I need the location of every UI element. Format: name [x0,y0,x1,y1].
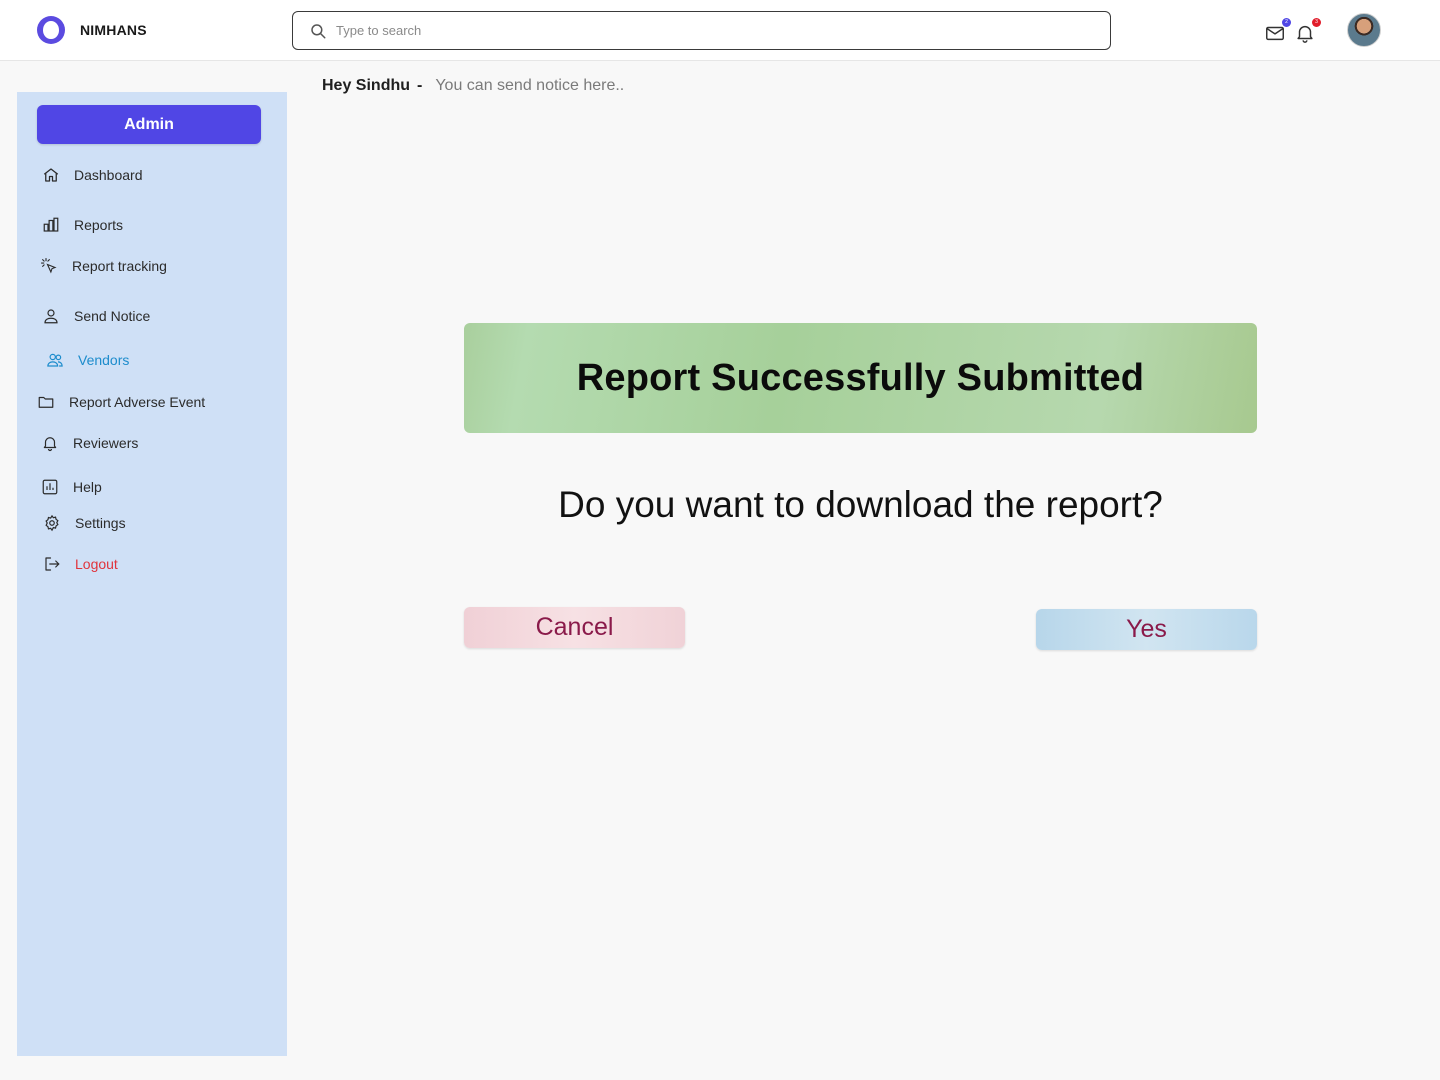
mail-button[interactable]: 2 [1264,18,1291,44]
gear-icon [45,514,59,532]
sidebar-item-label: Settings [75,515,126,531]
sidebar-item-label: Report tracking [72,258,167,274]
sidebar-item-dashboard[interactable]: Dashboard [42,166,143,184]
yes-button[interactable]: Yes [1036,609,1257,650]
sidebar-item-label: Reports [74,217,124,233]
sidebar-item-reviewers[interactable]: Reviewers [41,434,138,452]
success-title: Report Successfully Submitted [576,356,1145,399]
greeting-message: You can send notice here.. [435,77,625,94]
sidebar-item-send-notice[interactable]: Send Notice [42,307,150,325]
sidebar-item-label: Help [73,479,102,495]
search-icon [311,23,326,38]
sidebar-item-label: Report Adverse Event [69,394,206,410]
sidebar-item-label: Dashboard [74,167,143,183]
brand-name: NIMHANS [80,22,147,38]
brand-logo-icon [37,16,65,44]
search-bar[interactable] [292,11,1111,50]
download-question: Do you want to download the report? [558,484,1163,525]
bar-chart-icon [43,217,59,232]
logout-icon [45,557,60,571]
greeting-dash: - [417,77,423,94]
users-icon [47,353,63,367]
bell-icon [43,437,57,452]
sidebar-item-report-adverse-event[interactable]: Report Adverse Event [37,393,205,411]
user-icon [44,309,58,324]
greeting-name: Hey Sindhu [322,77,411,94]
cancel-button[interactable]: Cancel [464,607,685,648]
avatar[interactable] [1347,13,1381,47]
sidebar-item-label: Send Notice [74,308,151,324]
sidebar: Admin Dashboard Reports Report tracking … [17,92,287,1056]
sidebar-item-label: Vendors [78,352,130,368]
folder-icon [38,396,54,408]
sidebar-item-label: Logout [75,556,118,572]
sidebar-item-vendors[interactable]: Vendors [46,351,129,369]
greeting: Hey Sindhu - You can send notice here.. [322,77,624,95]
home-icon [43,168,59,182]
admin-role-button[interactable]: Admin [37,105,261,144]
brand[interactable]: NIMHANS [37,16,147,44]
search-input[interactable] [336,23,1076,38]
success-banner: Report Successfully Submitted [464,323,1257,433]
sidebar-item-settings[interactable]: Settings [43,514,126,532]
click-cursor-icon [40,257,57,274]
sidebar-item-label: Reviewers [73,435,139,451]
sidebar-item-reports[interactable]: Reports [42,216,123,234]
chart-box-icon [42,479,58,495]
mail-badge: 2 [1282,18,1291,27]
sidebar-item-help[interactable]: Help [41,478,102,496]
notification-badge: 3 [1312,18,1321,27]
sidebar-item-logout[interactable]: Logout [43,555,118,573]
sidebar-item-report-tracking[interactable]: Report tracking [40,257,167,275]
top-bar: NIMHANS 2 3 [0,0,1440,61]
notifications-button[interactable]: 3 [1294,18,1321,44]
